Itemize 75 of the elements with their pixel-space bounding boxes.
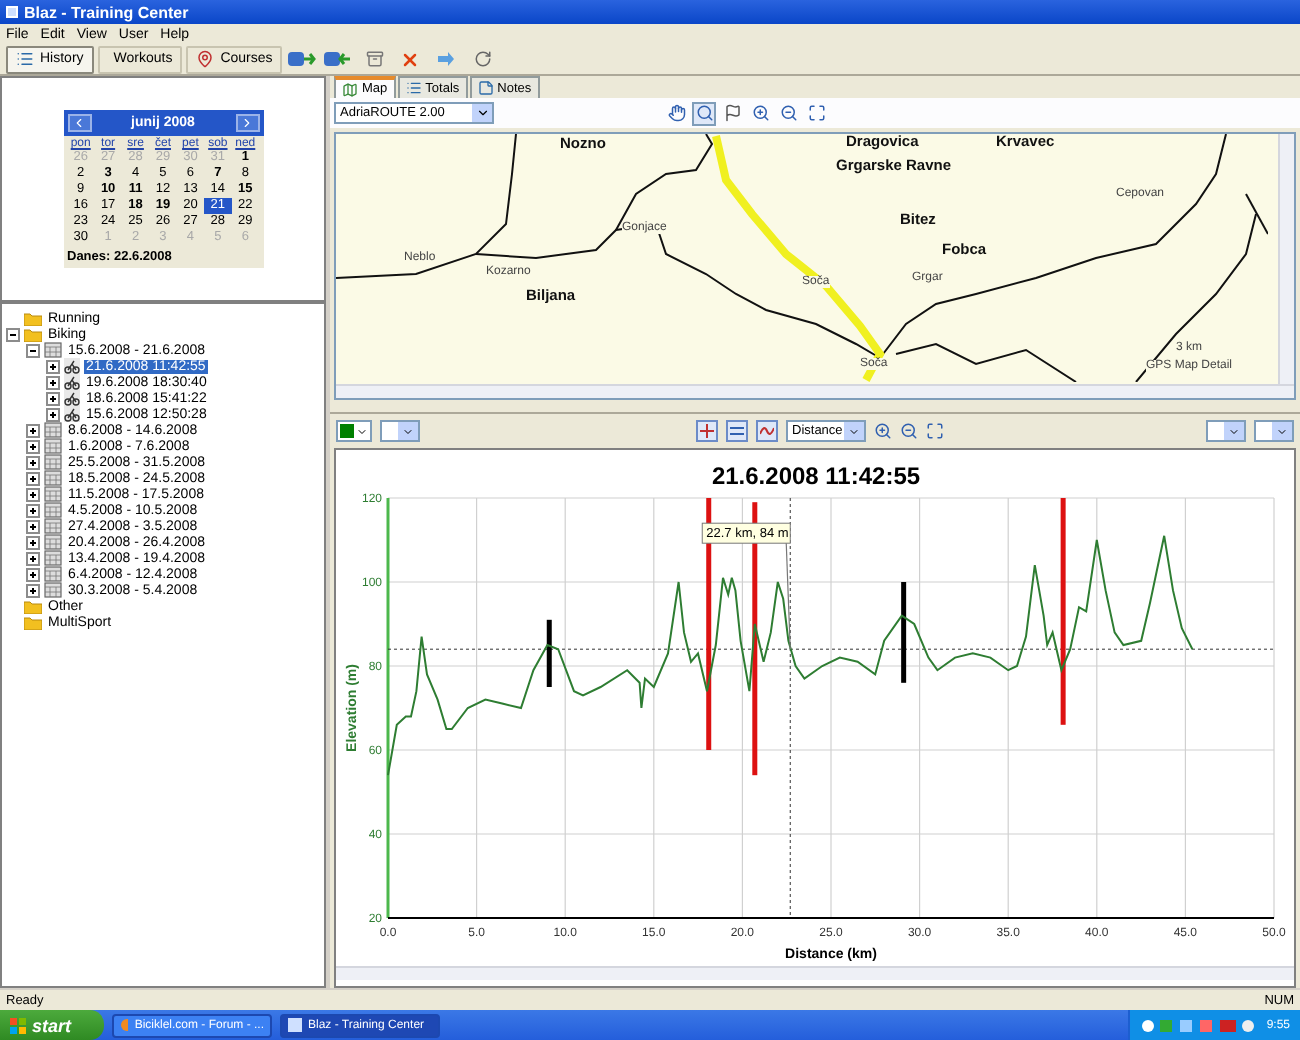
lines-icon bbox=[730, 424, 744, 438]
next-month-button[interactable] bbox=[235, 114, 259, 132]
dropdown[interactable] bbox=[380, 420, 420, 442]
delete-icon bbox=[400, 49, 421, 69]
grid-toggle-button[interactable] bbox=[696, 420, 718, 442]
note-icon bbox=[477, 80, 494, 96]
zoom-in-icon[interactable] bbox=[874, 422, 892, 440]
dropdown[interactable] bbox=[1206, 420, 1246, 442]
chevron-down-icon bbox=[356, 425, 368, 437]
chevron-left-icon bbox=[72, 116, 86, 130]
expand-toggle[interactable] bbox=[26, 503, 40, 517]
map-tool-button[interactable] bbox=[748, 101, 772, 125]
expand-toggle[interactable] bbox=[26, 423, 40, 437]
expand-toggle[interactable] bbox=[26, 583, 40, 597]
expand-toggle[interactable] bbox=[26, 471, 40, 485]
globe-icon bbox=[120, 1018, 129, 1032]
expand-toggle[interactable] bbox=[26, 439, 40, 453]
chevron-down-icon bbox=[1228, 425, 1240, 437]
search-icon bbox=[695, 104, 713, 122]
expand-toggle[interactable] bbox=[26, 343, 40, 357]
pin-icon bbox=[196, 50, 215, 68]
fit-icon bbox=[807, 104, 825, 122]
zoom-out-icon[interactable] bbox=[900, 422, 918, 440]
expand-toggle[interactable] bbox=[6, 327, 20, 341]
app-icon bbox=[6, 6, 18, 18]
line-color-dropdown[interactable] bbox=[336, 420, 372, 442]
device-arrow-icon bbox=[288, 50, 317, 68]
map-tool-button[interactable] bbox=[720, 101, 744, 125]
app-icon bbox=[288, 1018, 302, 1032]
previous-month-button[interactable] bbox=[67, 114, 91, 132]
chart-title: 21.6.2008 11:42:55 bbox=[711, 462, 921, 490]
chevron-down-icon bbox=[1276, 425, 1288, 437]
zoom-out-icon bbox=[779, 104, 797, 122]
fit-icon[interactable] bbox=[926, 422, 944, 440]
expand-toggle[interactable] bbox=[26, 535, 40, 549]
expand-toggle[interactable] bbox=[26, 567, 40, 581]
chevron-right-icon bbox=[240, 116, 254, 130]
map-tool-button[interactable] bbox=[804, 101, 828, 125]
windows-logo-icon bbox=[10, 1017, 26, 1033]
leader-line bbox=[785, 542, 791, 650]
grid-toggle-button[interactable] bbox=[726, 420, 748, 442]
grid-icon bbox=[700, 424, 714, 438]
device-arrow-icon bbox=[324, 50, 353, 68]
expand-toggle[interactable] bbox=[26, 487, 40, 501]
flag-icon bbox=[723, 104, 741, 122]
expand-toggle[interactable] bbox=[26, 519, 40, 533]
map-tool-button[interactable] bbox=[664, 101, 688, 125]
map-tool-button[interactable] bbox=[692, 101, 716, 125]
refresh-icon bbox=[473, 50, 492, 68]
dropdown[interactable] bbox=[1254, 420, 1294, 442]
expand-toggle[interactable] bbox=[26, 551, 40, 565]
scrollbar[interactable] bbox=[336, 384, 1294, 398]
start-button[interactable]: start bbox=[0, 1010, 104, 1040]
map-icon bbox=[342, 81, 358, 97]
archive-icon bbox=[365, 50, 384, 68]
list-icon bbox=[16, 50, 34, 68]
arrow-icon bbox=[436, 50, 457, 68]
expand-toggle[interactable] bbox=[46, 375, 60, 389]
chevron-down-icon bbox=[848, 425, 860, 437]
expand-toggle[interactable] bbox=[46, 359, 60, 373]
map-tool-button[interactable] bbox=[776, 101, 800, 125]
calendar-icon bbox=[44, 342, 62, 358]
scrollbar[interactable] bbox=[336, 966, 1294, 980]
scrollbar[interactable] bbox=[1278, 134, 1294, 384]
hand-icon bbox=[667, 104, 685, 122]
chevron-down-icon bbox=[475, 106, 489, 120]
window-title: Blaz - Training Center bbox=[24, 3, 189, 21]
zoom-in-icon bbox=[751, 104, 769, 122]
expand-toggle[interactable] bbox=[46, 391, 60, 405]
wave-icon bbox=[760, 424, 774, 438]
smooth-toggle-button[interactable] bbox=[756, 420, 778, 442]
chevron-down-icon bbox=[402, 425, 414, 437]
list-icon bbox=[405, 80, 422, 96]
expand-toggle[interactable] bbox=[46, 407, 60, 421]
expand-toggle[interactable] bbox=[26, 455, 40, 469]
